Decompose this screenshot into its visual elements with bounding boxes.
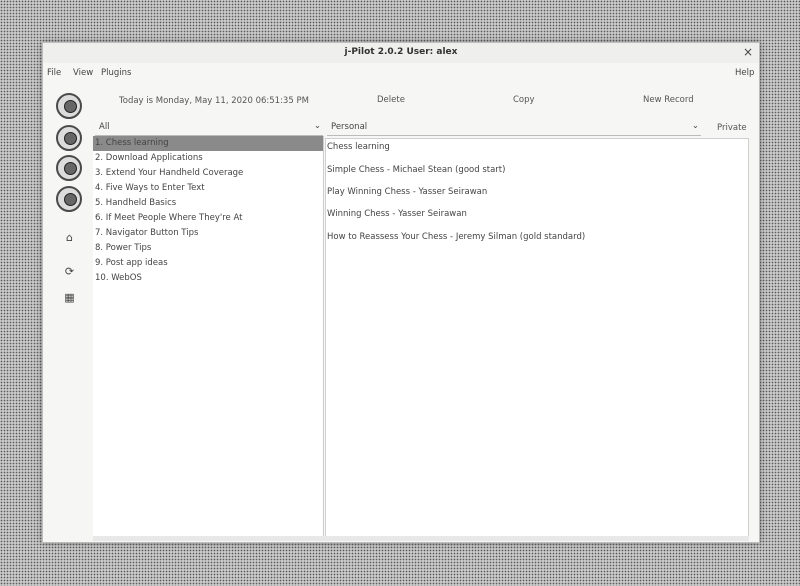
window-title: j-Pilot 2.0.2 User: alex [344,47,458,57]
memo-text-area[interactable]: Chess learning Simple Chess - Michael St… [325,138,749,538]
title-bar: j-Pilot 2.0.2 User: alex × [43,43,759,63]
list-item[interactable]: 7. Navigator Button Tips [93,226,323,241]
delete-button[interactable]: Delete [377,95,405,109]
datebook-icon[interactable] [56,93,82,119]
list-item[interactable]: 3. Extend Your Handheld Coverage [93,166,323,181]
list-item[interactable]: 4. Five Ways to Enter Text [93,181,323,196]
sync-icon[interactable]: ⟳ [63,265,76,278]
memo-line: How to Reassess Your Chess - Jeremy Silm… [327,232,586,242]
memo-line: Simple Chess - Michael Stean (good start… [327,165,506,175]
list-item[interactable]: 1. Chess learning [93,136,323,151]
memo-line: Winning Chess - Yasser Seirawan [327,209,467,219]
date-label: Today is Monday, May 11, 2020 06:51:35 P… [119,96,309,106]
list-item[interactable]: 10. WebOS [93,271,323,286]
record-category-value: Personal [331,122,368,132]
list-item[interactable]: 2. Download Applications [93,151,323,166]
category-select[interactable]: All ⌄ [95,121,323,136]
menu-file[interactable]: File [47,68,61,78]
app-sidebar: ⌂ ⟳ ▦ [43,83,91,542]
horizontal-scrollbar[interactable] [93,536,749,541]
menu-help[interactable]: Help [735,68,754,78]
record-category-select[interactable]: Personal ⌄ [327,121,701,136]
memo-icon[interactable] [56,186,82,212]
memo-list: 1. Chess learning 2. Download Applicatio… [93,136,324,536]
memo-line: Chess learning [327,142,390,152]
private-checkbox[interactable]: Private [717,123,747,133]
lock-icon[interactable]: ⌂ [63,231,76,244]
close-icon[interactable]: × [743,45,753,59]
chevron-down-icon: ⌄ [313,121,321,131]
list-item[interactable]: 5. Handheld Basics [93,196,323,211]
app-window: j-Pilot 2.0.2 User: alex × File View Plu… [42,42,760,543]
list-item[interactable]: 8. Power Tips [93,241,323,256]
new-record-button[interactable]: New Record [643,95,694,109]
address-icon[interactable] [56,125,82,151]
menu-bar: File View Plugins Help [43,65,759,81]
list-item[interactable]: 6. If Meet People Where They're At [93,211,323,226]
backup-icon[interactable]: ▦ [63,291,76,304]
chevron-down-icon: ⌄ [691,121,699,131]
list-item[interactable]: 9. Post app ideas [93,256,323,271]
menu-view[interactable]: View [73,68,93,78]
menu-plugins[interactable]: Plugins [101,68,131,78]
todo-icon[interactable] [56,155,82,181]
category-value: All [99,122,110,132]
copy-button[interactable]: Copy [513,95,535,109]
memo-line: Play Winning Chess - Yasser Seirawan [327,187,488,197]
